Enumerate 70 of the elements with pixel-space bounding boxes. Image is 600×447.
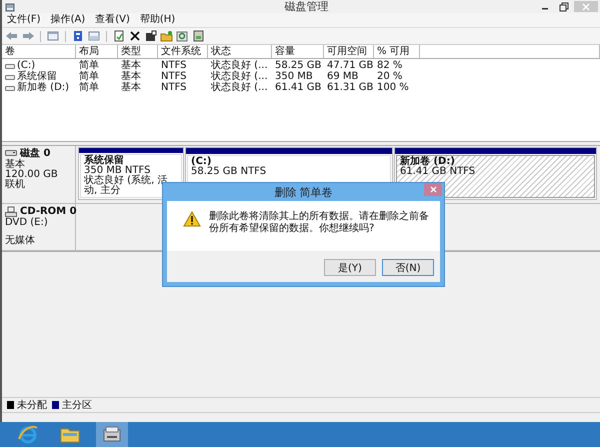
forward-arrow-icon[interactable] — [21, 30, 35, 42]
partition-info: 350 MB NTFS — [84, 166, 150, 176]
folder-icon[interactable] — [160, 30, 174, 42]
table-cell: 20 % — [377, 71, 402, 82]
dialog-message: 删除此卷将清除其上的所有数据。请在删除之前备份所有希望保留的数据。你想继续吗? — [209, 211, 430, 235]
table-cell: 47.71 GB — [327, 60, 374, 71]
table-cell: 基本 — [121, 71, 141, 82]
legend-label: 主分区 — [62, 398, 92, 412]
partition-block[interactable]: 新加卷 (D:) 61.41 GB NTFS — [394, 147, 597, 200]
window-title: 磁盘管理 — [284, 0, 330, 13]
panel-icon[interactable] — [87, 30, 101, 42]
table-cell: 82 % — [377, 60, 402, 71]
close-button[interactable] — [424, 183, 442, 196]
column-header[interactable]: 容量 — [272, 45, 324, 58]
table-cell: 新加卷 (D:) — [17, 82, 70, 93]
dialog-button[interactable]: 是(Y) — [324, 259, 376, 276]
table-cell: 61.41 GB — [275, 82, 322, 93]
table-cell: 69 MB — [327, 71, 358, 82]
column-header[interactable]: 状态 — [208, 45, 272, 58]
table-cell: 简单 — [79, 71, 99, 82]
table-cell: NTFS — [161, 82, 187, 93]
table-cell: 状态良好 (... — [211, 60, 268, 71]
menu-item[interactable]: 操作(A) — [50, 14, 86, 26]
table-cell: 系统保留 — [17, 71, 57, 82]
table-cell: NTFS — [161, 60, 187, 71]
table-cell: NTFS — [161, 71, 187, 82]
taskbar-button[interactable] — [96, 422, 128, 447]
globe-swoosh-icon — [17, 424, 39, 446]
table-cell: 简单 — [79, 82, 99, 93]
panel-icon[interactable] — [46, 30, 60, 42]
table-cell: 58.25 GB — [275, 60, 322, 71]
table-cell: 61.31 GB — [327, 82, 374, 93]
partition-info: 61.41 GB NTFS — [400, 167, 476, 177]
column-header[interactable]: 类型 — [118, 45, 158, 58]
dialog-title: 删除 简单卷 — [273, 184, 334, 200]
table-cell: (C:) — [17, 60, 36, 71]
close-icon — [582, 2, 590, 10]
table-cell: 基本 — [121, 60, 141, 71]
table-cell: 350 MB — [275, 71, 313, 82]
column-header[interactable]: % 可用 — [374, 45, 420, 58]
table-cell: 状态良好 (... — [211, 82, 268, 93]
column-header[interactable]: 可用空间 — [324, 45, 374, 58]
close-icon — [430, 186, 436, 193]
warning-icon — [183, 211, 201, 227]
disk-info: 无媒体 — [5, 236, 36, 246]
disk-info: DVD (E:) — [5, 218, 49, 228]
disk-info: 120.00 GB — [5, 170, 59, 180]
document-icon[interactable] — [112, 30, 126, 42]
disk-name: 磁盘 0 — [20, 148, 50, 158]
partition-title: (C:) — [191, 157, 212, 167]
menu-item[interactable]: 文件(F) — [7, 14, 41, 26]
menu-item[interactable]: 帮助(H) — [140, 14, 176, 26]
legend-label: 未分配 — [17, 398, 47, 412]
back-arrow-icon[interactable] — [5, 30, 19, 42]
delete-x-icon[interactable] — [128, 30, 142, 42]
disk-info: 基本 — [5, 160, 25, 170]
disk-name: CD-ROM 0 — [20, 206, 77, 216]
menu-item[interactable]: 查看(V) — [95, 14, 130, 26]
disk-info: 联机 — [5, 180, 26, 190]
column-header[interactable]: 卷 — [2, 45, 76, 58]
table-cell: 状态良好 (... — [211, 71, 268, 82]
column-header[interactable]: 布局 — [76, 45, 118, 58]
column-header[interactable]: 文件系统 — [158, 45, 208, 58]
partition-info: 58.25 GB NTFS — [191, 167, 268, 177]
table-cell: 简单 — [79, 60, 99, 71]
partition-title: 新加卷 (D:) — [400, 157, 455, 167]
dialog-button[interactable]: 否(N) — [382, 259, 434, 276]
partition-title: 系统保留 — [84, 156, 125, 166]
table-cell: 基本 — [121, 82, 141, 93]
table-cell: 100 % — [377, 82, 409, 93]
